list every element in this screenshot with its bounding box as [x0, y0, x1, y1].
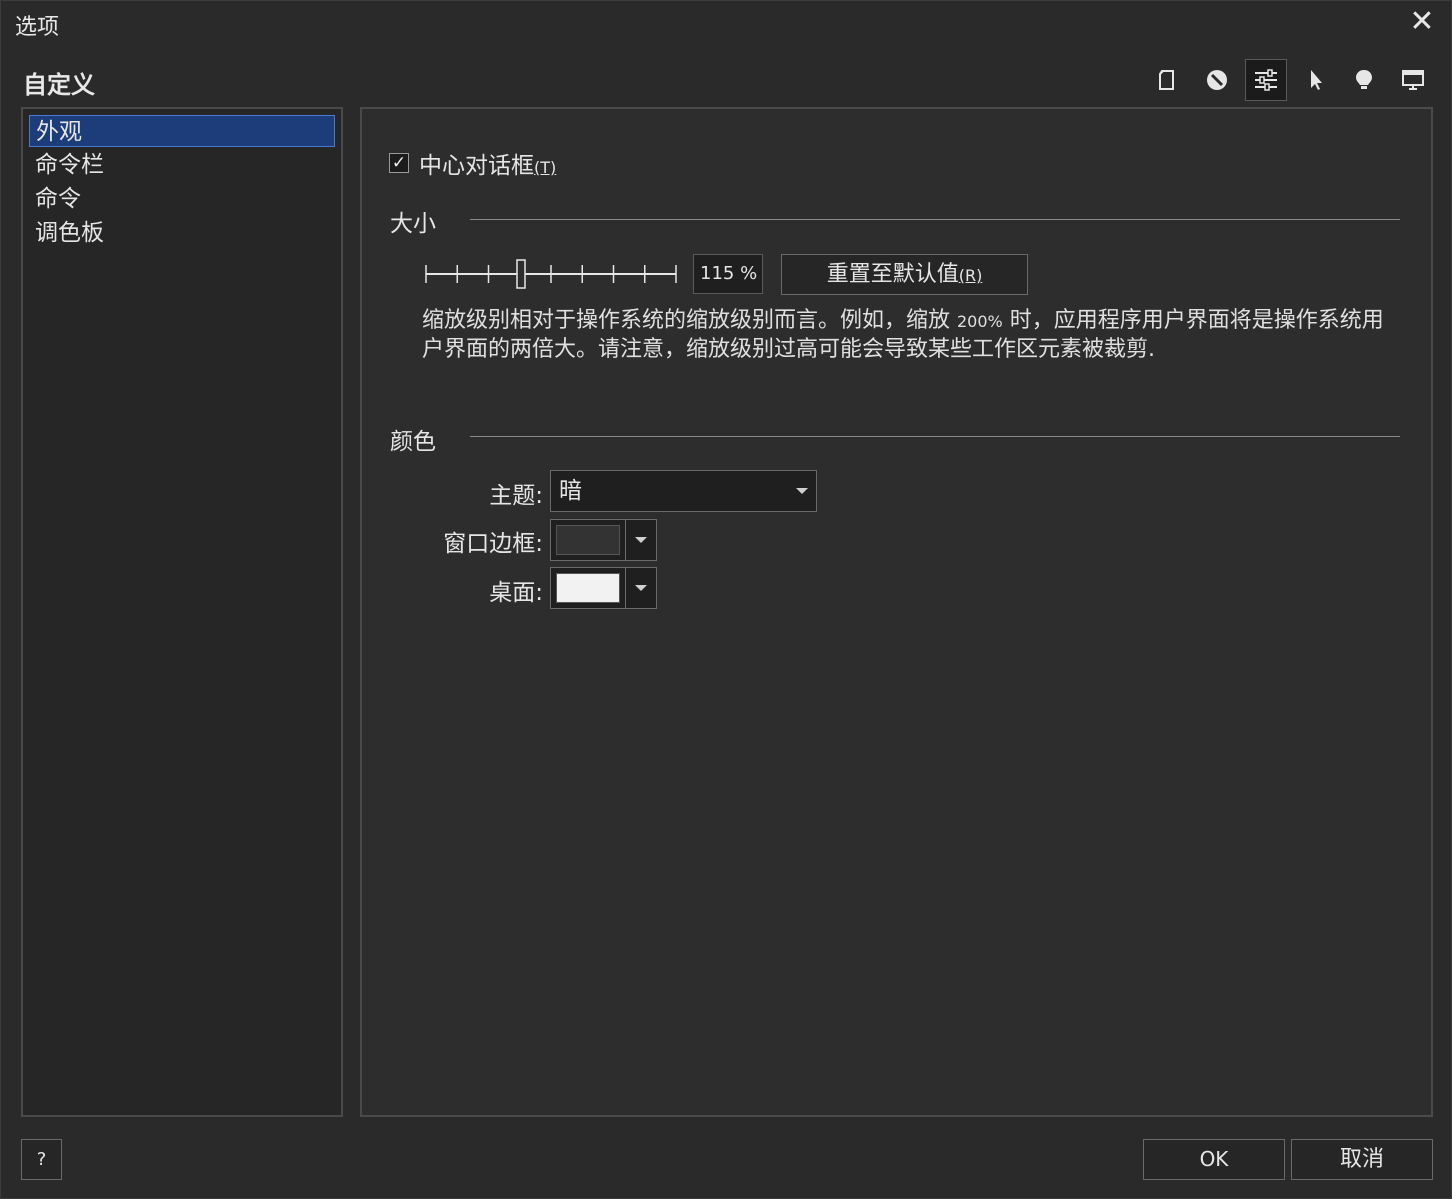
- theme-value: 暗: [559, 478, 582, 504]
- close-icon[interactable]: ✕: [1405, 5, 1439, 39]
- category-tree: 外观 命令栏 命令 调色板: [21, 107, 343, 1117]
- center-dialog-option[interactable]: ✓ 中心对话框(T): [389, 146, 556, 180]
- disabled-icon[interactable]: [1196, 59, 1238, 101]
- zoom-slider[interactable]: [425, 257, 677, 291]
- size-divider: [470, 219, 1400, 220]
- zoom-slider-thumb[interactable]: [516, 259, 526, 289]
- desktop-color-picker[interactable]: [550, 567, 657, 609]
- lightbulb-icon[interactable]: [1343, 59, 1385, 101]
- desktop-label: 桌面:: [489, 580, 543, 606]
- reset-default-button[interactable]: 重置至默认值(R): [781, 254, 1028, 295]
- zoom-value-field[interactable]: 115 %: [693, 254, 763, 294]
- monitor-icon[interactable]: [1392, 59, 1434, 101]
- window-title: 选项: [15, 15, 60, 40]
- window-border-label: 窗口边框:: [443, 531, 543, 557]
- size-group-label: 大小: [390, 211, 436, 237]
- help-button[interactable]: ?: [21, 1139, 62, 1180]
- category-toolbar: [1147, 59, 1441, 101]
- chevron-down-icon: [796, 488, 808, 494]
- center-dialog-label: 中心对话框(T): [419, 153, 557, 179]
- nav-item-palettes[interactable]: 调色板: [29, 217, 335, 249]
- chevron-down-icon: [635, 537, 647, 543]
- title-bar: 选项 ✕: [1, 1, 1451, 45]
- window-border-color-picker[interactable]: [550, 519, 657, 561]
- options-dialog: 选项 ✕ 自定义 外观 命令栏 命令 调色板 ✓ 中心对话框(T) 大小 115…: [0, 0, 1452, 1199]
- zoom-description: 缩放级别相对于操作系统的缩放级别而言。例如，缩放 200% 时，应用程序用户界面…: [422, 308, 1384, 362]
- nav-item-command-bars[interactable]: 命令栏: [29, 149, 335, 181]
- sliders-icon[interactable]: [1245, 59, 1287, 101]
- center-dialog-checkbox[interactable]: ✓: [389, 153, 409, 173]
- cancel-button[interactable]: 取消: [1291, 1139, 1433, 1180]
- document-icon[interactable]: [1147, 59, 1189, 101]
- nav-item-appearance[interactable]: 外观: [29, 115, 335, 147]
- pointer-icon[interactable]: [1294, 59, 1336, 101]
- desktop-swatch: [556, 573, 620, 603]
- ok-button[interactable]: OK: [1143, 1139, 1285, 1180]
- theme-select[interactable]: 暗: [550, 470, 817, 512]
- theme-label: 主题:: [489, 483, 543, 509]
- nav-item-commands[interactable]: 命令: [29, 183, 335, 215]
- section-title: 自定义: [23, 71, 95, 99]
- chevron-down-icon: [635, 585, 647, 591]
- color-group-label: 颜色: [390, 429, 436, 455]
- color-divider: [470, 436, 1400, 437]
- window-border-swatch: [556, 525, 620, 555]
